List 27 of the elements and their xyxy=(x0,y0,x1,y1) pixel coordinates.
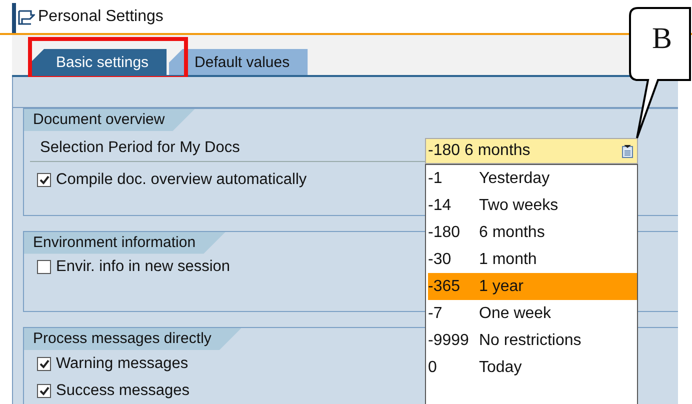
checkbox[interactable] xyxy=(37,384,51,398)
list-option[interactable]: -7 One week xyxy=(428,300,637,327)
tab[interactable]: Basic settings xyxy=(30,49,167,75)
group-title: Environment information xyxy=(24,232,226,254)
checkbox[interactable] xyxy=(37,172,51,186)
checkbox[interactable] xyxy=(37,356,51,370)
list-option[interactable]: 0 Today xyxy=(428,354,637,381)
callout-label: B xyxy=(650,22,673,56)
list-option[interactable]: -9999 No restrictions xyxy=(428,327,637,354)
list-option[interactable]: -180 6 months xyxy=(428,219,637,246)
field-label: Selection Period for My Docs xyxy=(39,138,240,156)
window-icon xyxy=(18,10,35,24)
group-title: Document overview xyxy=(24,109,195,131)
list-option[interactable]: -365 1 year xyxy=(428,273,637,300)
list-option[interactable]: -1 Yesterday xyxy=(428,165,637,192)
list-option[interactable]: -14 Two weeks xyxy=(428,192,637,219)
list-option[interactable]: -30 1 month xyxy=(428,246,637,273)
list-icon xyxy=(622,144,633,158)
checkbox-label: Compile doc. overview automatically xyxy=(55,170,307,188)
window-title: Personal Settings xyxy=(38,8,164,26)
checkbox[interactable] xyxy=(37,260,51,274)
group-title: Process messages directly xyxy=(24,328,242,350)
tab[interactable]: Default values xyxy=(168,49,308,75)
dropdown-field[interactable]: -180 6 months xyxy=(425,138,638,164)
checkbox-label: Success messages xyxy=(55,382,190,400)
checkbox-label: Envir. info in new session xyxy=(55,258,230,276)
checkbox-label: Warning messages xyxy=(55,354,188,372)
